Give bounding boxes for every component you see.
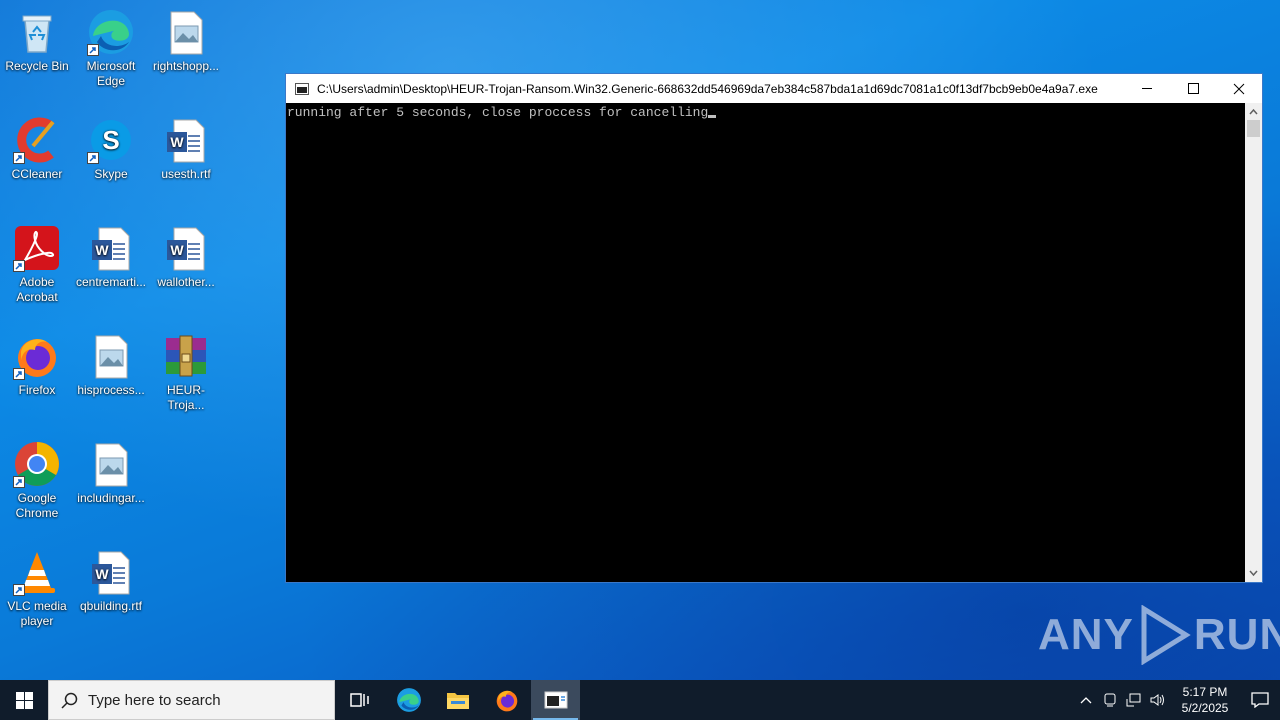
word-doc-icon: W xyxy=(87,224,135,272)
desktop-icon-wallother[interactable]: W wallother... xyxy=(149,218,223,290)
window-title: C:\Users\admin\Desktop\HEUR-Trojan-Ranso… xyxy=(317,81,1098,96)
edge-icon xyxy=(396,688,421,712)
tray-device-button[interactable] xyxy=(1098,680,1122,720)
desktop-icon-skype[interactable]: S Skype xyxy=(74,110,148,182)
maximize-button[interactable] xyxy=(1170,74,1216,103)
close-icon xyxy=(1233,83,1245,94)
shortcut-arrow-icon xyxy=(13,260,25,272)
taskbar-search-box[interactable]: Type here to search xyxy=(48,680,335,720)
window-titlebar[interactable]: C:\Users\admin\Desktop\HEUR-Trojan-Ranso… xyxy=(286,74,1262,103)
svg-text:W: W xyxy=(170,242,184,258)
desktop-icon-firefox[interactable]: Firefox xyxy=(0,326,74,398)
console-app-icon xyxy=(295,82,309,95)
taskbar-file-explorer-button[interactable] xyxy=(433,680,482,720)
desktop-icon-centremarti[interactable]: W centremarti... xyxy=(74,218,148,290)
svg-text:W: W xyxy=(170,134,184,150)
desktop-icon-chrome[interactable]: Google Chrome xyxy=(0,434,74,521)
winrar-icon xyxy=(162,332,210,380)
play-logo-icon xyxy=(1141,605,1191,665)
vlc-icon xyxy=(13,548,61,596)
ccleaner-icon xyxy=(13,116,61,164)
console-app-icon xyxy=(544,691,567,709)
taskbar-clock[interactable]: 5:17 PM 5/2/2025 xyxy=(1170,684,1240,716)
chevron-up-icon xyxy=(1080,697,1092,704)
desktop-icon-hisprocess[interactable]: hisprocess... xyxy=(74,326,148,398)
edge-icon xyxy=(87,8,135,56)
desktop-icon-usesth[interactable]: W usesth.rtf xyxy=(149,110,223,182)
anyrun-watermark: ANY RUN xyxy=(1038,605,1280,665)
recycle-bin-icon xyxy=(13,8,61,56)
close-button[interactable] xyxy=(1216,74,1262,103)
image-file-icon xyxy=(162,8,210,56)
image-file-icon xyxy=(87,332,135,380)
scrollbar-thumb[interactable] xyxy=(1247,120,1260,137)
svg-text:W: W xyxy=(95,566,109,582)
skype-icon: S xyxy=(87,116,135,164)
scroll-up-icon[interactable] xyxy=(1245,106,1262,118)
acrobat-icon xyxy=(13,224,61,272)
desktop-icon-heur-troja[interactable]: HEUR-Troja... xyxy=(149,326,223,413)
image-file-icon xyxy=(87,440,135,488)
volume-button[interactable] xyxy=(1146,680,1170,720)
clock-date: 5/2/2025 xyxy=(1181,701,1229,715)
minimize-icon xyxy=(1141,88,1152,89)
console-window[interactable]: C:\Users\admin\Desktop\HEUR-Trojan-Ranso… xyxy=(285,73,1263,583)
taskbar-firefox-button[interactable] xyxy=(482,680,531,720)
volume-icon xyxy=(1150,694,1164,706)
folder-icon xyxy=(446,693,469,709)
device-icon xyxy=(1104,693,1116,707)
word-doc-icon: W xyxy=(87,548,135,596)
action-center-button[interactable] xyxy=(1240,680,1280,720)
console-cursor xyxy=(708,115,717,118)
desktop-icon-includingar[interactable]: includingar... xyxy=(74,434,148,506)
desktop-icon-rightshopp[interactable]: rightshopp... xyxy=(149,2,223,74)
shortcut-arrow-icon xyxy=(13,476,25,488)
desktop-icon-acrobat[interactable]: Adobe Acrobat xyxy=(0,218,74,305)
shortcut-arrow-icon xyxy=(87,152,99,164)
word-doc-icon: W xyxy=(162,224,210,272)
shortcut-arrow-icon xyxy=(13,368,25,380)
desktop-icon-qbuilding[interactable]: W qbuilding.rtf xyxy=(74,542,148,614)
show-hidden-icons-button[interactable] xyxy=(1074,680,1098,720)
firefox-icon xyxy=(496,690,517,712)
desktop-icon-recycle-bin[interactable]: Recycle Bin xyxy=(0,2,74,74)
scroll-down-icon[interactable] xyxy=(1245,567,1262,579)
windows-logo-icon xyxy=(15,691,33,709)
svg-text:S: S xyxy=(102,125,119,155)
console-output-area[interactable]: running after 5 seconds, close proccess … xyxy=(286,103,1246,582)
shortcut-arrow-icon xyxy=(13,584,25,596)
desktop-icon-ccleaner[interactable]: CCleaner xyxy=(0,110,74,182)
clock-time: 5:17 PM xyxy=(1182,685,1228,699)
task-view-icon xyxy=(349,693,369,707)
console-output-text: running after 5 seconds, close proccess … xyxy=(287,105,709,120)
notification-icon xyxy=(1251,692,1269,708)
desktop-icon-edge[interactable]: Microsoft Edge xyxy=(74,2,148,89)
taskbar-edge-button[interactable] xyxy=(384,680,433,720)
shortcut-arrow-icon xyxy=(87,44,99,56)
word-doc-icon: W xyxy=(162,116,210,164)
taskbar-console-button[interactable] xyxy=(531,680,580,720)
shortcut-arrow-icon xyxy=(13,152,25,164)
chrome-icon xyxy=(13,440,61,488)
network-button[interactable] xyxy=(1122,680,1146,720)
vertical-scrollbar[interactable] xyxy=(1245,103,1262,582)
minimize-button[interactable] xyxy=(1124,74,1170,103)
system-tray: 5:17 PM 5/2/2025 xyxy=(1074,680,1280,720)
task-view-button[interactable] xyxy=(335,680,384,720)
desktop-icon-vlc[interactable]: VLC media player xyxy=(0,542,74,629)
start-button[interactable] xyxy=(0,680,48,720)
search-icon xyxy=(61,692,78,709)
search-placeholder: Type here to search xyxy=(88,691,221,709)
firefox-icon xyxy=(13,332,61,380)
network-icon xyxy=(1126,693,1141,707)
svg-text:W: W xyxy=(95,242,109,258)
taskbar: Type here to search 5:17 PM 5/2/2025 xyxy=(0,680,1280,720)
maximize-icon xyxy=(1187,83,1199,94)
